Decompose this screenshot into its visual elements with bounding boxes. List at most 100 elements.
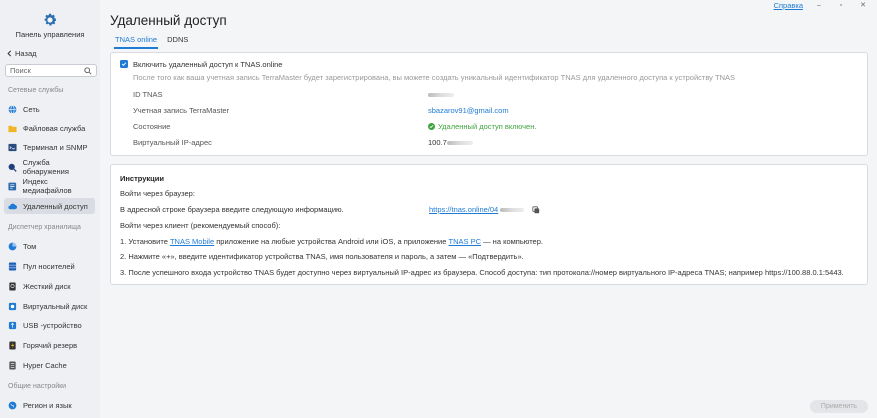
instruction-step-2: 2. Нажмите «+», введите идентификатор ус… bbox=[120, 252, 524, 261]
close-button[interactable]: ✕ bbox=[857, 1, 869, 9]
sidebar-item-hyper-cache[interactable]: Hyper Cache bbox=[4, 357, 95, 373]
help-link[interactable]: Справка bbox=[774, 1, 803, 10]
step-text: приложение на любые устройства Android и… bbox=[214, 237, 449, 246]
virtual-ip-label: Виртуальный IP-адрес bbox=[133, 138, 212, 147]
tnas-pc-link[interactable]: TNAS PC bbox=[449, 237, 482, 246]
tnas-mobile-link[interactable]: TNAS Mobile bbox=[170, 237, 214, 246]
terminal-icon bbox=[8, 143, 17, 151]
media-index-icon bbox=[8, 182, 17, 190]
instructions-card: Инструкции Войти через браузер: В адресн… bbox=[110, 164, 868, 285]
sidebar-item-label: Том bbox=[23, 241, 37, 251]
remote-access-description: После того как ваша учетная запись Terra… bbox=[133, 73, 736, 82]
redacted-value bbox=[446, 141, 473, 146]
tnas-id-value bbox=[428, 90, 454, 99]
sidebar-item-network[interactable]: Сеть bbox=[4, 101, 95, 117]
search-icon bbox=[84, 66, 92, 75]
discovery-icon bbox=[8, 163, 17, 172]
app-title: Панель управления bbox=[15, 30, 85, 39]
sidebar-item-label: Служба обнаружения bbox=[22, 158, 69, 176]
browser-login-text: В адресной строке браузера введите следу… bbox=[120, 205, 344, 214]
sidebar-item-usb[interactable]: USB -устройство bbox=[4, 317, 95, 333]
virtual-ip-value: 100.7 bbox=[428, 138, 473, 147]
search-input[interactable]: Поиск bbox=[5, 64, 97, 77]
search-placeholder: Поиск bbox=[10, 66, 31, 75]
app-brand: Панель управления bbox=[0, 12, 100, 39]
sidebar-item-label: Hyper Cache bbox=[23, 360, 67, 370]
sidebar-item-label: Жесткий диск bbox=[23, 281, 71, 291]
sidebar: Панель управления Назад Поиск Сетевые сл… bbox=[0, 0, 100, 418]
redacted-value bbox=[428, 93, 454, 98]
hyper-cache-icon bbox=[9, 360, 16, 370]
status-text: Удаленный доступ включен. bbox=[438, 122, 537, 131]
sidebar-item-label: Файловая служба bbox=[23, 123, 86, 133]
hot-spare-icon bbox=[9, 340, 16, 350]
group-general-settings: Общие настройки bbox=[8, 383, 67, 390]
virtual-ip-text: 100.7 bbox=[428, 138, 447, 147]
sidebar-item-label: Удаленный доступ bbox=[23, 201, 88, 211]
sidebar-item-storage-pool[interactable]: Пул носителей bbox=[4, 258, 95, 274]
chevron-left-icon bbox=[7, 50, 12, 57]
terramaster-account-value[interactable]: sbazarov91@gmail.com bbox=[428, 106, 509, 115]
sidebar-item-file-service[interactable]: Файловая служба bbox=[4, 120, 95, 136]
maximize-button[interactable]: ▫ bbox=[835, 2, 847, 9]
sidebar-item-label: Индекс медиафайлов bbox=[22, 177, 72, 195]
volume-icon bbox=[8, 242, 17, 250]
page-title: Удаленный доступ bbox=[110, 13, 227, 28]
tnas-online-card: Включить удаленный доступ к TNAS.online … bbox=[110, 52, 868, 156]
tab-ddns[interactable]: DDNS bbox=[166, 35, 189, 49]
instruction-step-1: 1. Установите TNAS Mobile приложение на … bbox=[120, 237, 543, 246]
client-login-heading: Войти через клиент (рекомендуемый способ… bbox=[120, 221, 281, 230]
sidebar-item-media-index[interactable]: Индекс медиафайлов bbox=[4, 177, 95, 195]
step-text: — на компьютер. bbox=[481, 237, 543, 246]
group-network-services: Сетевые службы bbox=[8, 87, 64, 94]
sidebar-item-label: Виртуальный диск bbox=[23, 301, 88, 311]
sidebar-item-label: Горячий резерв bbox=[23, 340, 78, 350]
step-text: 1. Установите bbox=[120, 237, 170, 246]
sidebar-item-label: Терминал и SNMP bbox=[23, 142, 88, 152]
window-controls: Справка – ▫ ✕ bbox=[774, 0, 877, 10]
tab-tnas-online[interactable]: TNAS online bbox=[114, 35, 159, 49]
hard-disk-icon bbox=[9, 281, 16, 291]
browser-url: https://tnas.online/04 bbox=[429, 205, 540, 214]
storage-pool-icon bbox=[8, 261, 17, 271]
sidebar-item-hard-disk[interactable]: Жесткий диск bbox=[4, 278, 95, 294]
browser-login-heading: Войти через браузер: bbox=[120, 189, 195, 198]
sidebar-item-region-language[interactable]: Регион и язык bbox=[4, 397, 95, 413]
minimize-button[interactable]: – bbox=[813, 2, 825, 9]
sidebar-item-label: USB -устройство bbox=[23, 320, 82, 330]
enable-remote-access-checkbox[interactable] bbox=[120, 60, 128, 68]
sidebar-item-hot-spare[interactable]: Горячий резерв bbox=[4, 337, 95, 353]
sidebar-item-label: Регион и язык bbox=[23, 400, 72, 410]
checkmark-icon bbox=[121, 62, 127, 67]
region-icon bbox=[8, 401, 17, 409]
instructions-title: Инструкции bbox=[120, 174, 165, 183]
tab-bar: TNAS online DDNS bbox=[114, 35, 189, 49]
globe-icon bbox=[8, 104, 17, 114]
virtual-disk-icon bbox=[8, 302, 17, 310]
instruction-step-3: 3. После успешного входа устройство TNAS… bbox=[120, 268, 844, 277]
status-label: Состояние bbox=[133, 122, 171, 131]
gear-icon bbox=[44, 13, 57, 26]
back-button[interactable]: Назад bbox=[6, 49, 37, 58]
tnas-url-link[interactable]: https://tnas.online/04 bbox=[429, 205, 498, 214]
sidebar-item-discovery[interactable]: Служба обнаружения bbox=[4, 158, 95, 176]
tnas-id-label: ID TNAS bbox=[133, 90, 163, 99]
status-value: Удаленный доступ включен. bbox=[428, 122, 536, 131]
sidebar-item-virtual-disk[interactable]: Виртуальный диск bbox=[4, 298, 95, 314]
sidebar-item-remote-access[interactable]: Удаленный доступ bbox=[4, 198, 95, 214]
sidebar-item-volume[interactable]: Том bbox=[4, 238, 95, 254]
sidebar-item-label: Пул носителей bbox=[23, 261, 75, 271]
redacted-value bbox=[500, 207, 525, 212]
group-storage-manager: Диспетчер хранилища bbox=[8, 224, 81, 231]
usb-icon bbox=[8, 321, 17, 329]
enable-remote-access-label: Включить удаленный доступ к TNAS.online bbox=[133, 60, 283, 69]
copy-icon[interactable] bbox=[532, 205, 540, 214]
sidebar-item-label: Сеть bbox=[23, 104, 40, 114]
check-circle-icon bbox=[428, 123, 435, 130]
cloud-icon bbox=[8, 203, 17, 209]
back-label: Назад bbox=[15, 49, 37, 58]
folder-icon bbox=[8, 125, 17, 132]
sidebar-item-terminal-snmp[interactable]: Терминал и SNMP bbox=[4, 139, 95, 155]
terramaster-account-label: Учетная запись TerraMaster bbox=[133, 106, 230, 115]
apply-button[interactable]: Применить bbox=[810, 400, 868, 413]
